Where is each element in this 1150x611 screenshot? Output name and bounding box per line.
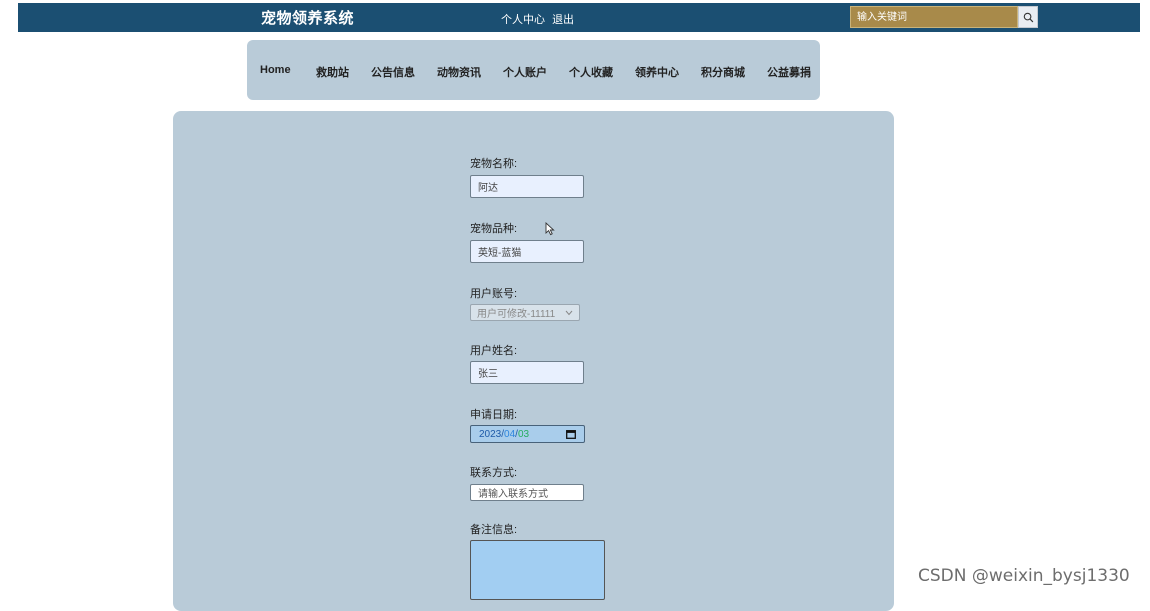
apply-date-value: 2023/04/03: [479, 429, 529, 440]
chevron-down-icon: [565, 310, 573, 315]
search-button[interactable]: [1018, 6, 1038, 28]
nav-home[interactable]: Home: [260, 64, 291, 76]
top-bar: 宠物领养系统 个人中心 退出: [18, 3, 1140, 32]
pet-breed-input[interactable]: 英短-蓝猫: [470, 240, 584, 263]
watermark: CSDN @weixin_bysj1330: [918, 566, 1130, 586]
nav-rescue-station[interactable]: 救助站: [316, 64, 349, 80]
contact-label: 联系方式:: [470, 467, 518, 479]
pet-breed-value: 英短-蓝猫: [478, 248, 522, 259]
date-year: 2023: [479, 428, 502, 440]
nav-points-mall[interactable]: 积分商城: [701, 64, 745, 80]
user-center-link[interactable]: 个人中心: [501, 14, 545, 26]
logout-link[interactable]: 退出: [552, 14, 574, 26]
search-icon: [1023, 12, 1033, 22]
user-name-label: 用户姓名:: [470, 345, 518, 357]
pet-name-input[interactable]: 阿达: [470, 175, 584, 198]
user-account-value: 用户可修改-11111: [477, 309, 556, 320]
search-input[interactable]: [850, 6, 1018, 28]
apply-date-label: 申请日期:: [470, 409, 518, 421]
user-account-label: 用户账号:: [470, 288, 518, 300]
site-title: 宠物领养系统: [261, 10, 355, 27]
apply-date-input[interactable]: 2023/04/03: [470, 425, 585, 443]
calendar-icon[interactable]: [566, 429, 576, 439]
date-day: 03: [517, 428, 530, 440]
pet-name-value: 阿达: [478, 183, 498, 194]
user-account-select[interactable]: 用户可修改-11111: [470, 304, 580, 321]
contact-input[interactable]: 请输入联系方式: [470, 484, 584, 501]
main-nav: Home 救助站 公告信息 动物资讯 个人账户 个人收藏 领养中心 积分商城 公…: [247, 40, 820, 100]
pet-breed-label: 宠物品种:: [470, 223, 518, 235]
nav-personal-account[interactable]: 个人账户: [503, 64, 547, 80]
mouse-cursor-icon: [545, 222, 555, 236]
nav-animal-news[interactable]: 动物资讯: [437, 64, 481, 80]
date-month: 04: [504, 428, 516, 440]
nav-favorites[interactable]: 个人收藏: [569, 64, 613, 80]
remark-textarea[interactable]: [470, 540, 605, 600]
nav-announcements[interactable]: 公告信息: [371, 64, 415, 80]
user-links: 个人中心 退出: [501, 11, 578, 27]
nav-adoption-center[interactable]: 领养中心: [635, 64, 679, 80]
pet-name-label: 宠物名称:: [470, 158, 518, 170]
nav-charity-donation[interactable]: 公益募捐: [767, 64, 811, 80]
remark-label: 备注信息:: [470, 524, 518, 536]
contact-placeholder: 请输入联系方式: [478, 489, 548, 500]
user-name-value: 张三: [478, 369, 498, 380]
user-name-input[interactable]: 张三: [470, 361, 584, 384]
